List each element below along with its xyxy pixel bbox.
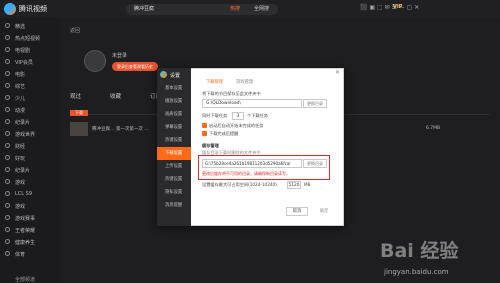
search-button[interactable]: 全网搜 [254, 5, 269, 12]
cache-size-unit: MB [304, 182, 311, 187]
tab-game-manage[interactable]: 游戏管理 [236, 79, 253, 85]
sidebar-item[interactable]: 好玩 [0, 152, 60, 164]
checkbox-notify[interactable] [202, 131, 207, 136]
cache-size-input[interactable]: 5120 [287, 181, 301, 189]
hot-search-label[interactable]: 热搜 [230, 5, 240, 12]
sidebar-item[interactable]: 财经 [0, 140, 60, 152]
sidebar-item[interactable]: 游戏世界 [0, 128, 60, 140]
path-label: 将下载的节目保存至此文件夹中 [202, 91, 261, 96]
channel-icon [5, 227, 10, 232]
channel-icon [5, 47, 10, 52]
close-icon[interactable]: ✕ [335, 69, 340, 76]
channel-icon [5, 203, 10, 208]
sidebar-item[interactable]: 少儿 [0, 92, 60, 104]
channel-icon [5, 191, 10, 196]
vip-badge[interactable]: VIP [393, 4, 402, 10]
task-count-suffix: 个下载任务 [247, 113, 268, 118]
auto-resume-label: 启动后自动开始未完成的任务 [209, 123, 264, 128]
video-size: 6.7MB [426, 126, 441, 131]
channel-icon [5, 59, 10, 64]
tab-history[interactable]: 观过 [70, 92, 81, 100]
tab-download-manage[interactable]: 下载管理 [206, 79, 223, 85]
channel-icon [5, 95, 10, 100]
dialog-title: 设置 [170, 73, 181, 79]
sidebar-item[interactable]: 体育 [0, 248, 60, 260]
channel-icon [5, 71, 10, 76]
settings-nav-item-download[interactable]: 下载设置 [157, 147, 191, 160]
cache-size-label: 设置缓存最大可占用空间(1024-10240) [202, 182, 277, 187]
video-thumbnail[interactable] [70, 122, 88, 136]
sidebar-item[interactable]: 游戏赛事 [0, 212, 60, 224]
sidebar-item[interactable]: VIP会员 [0, 56, 60, 68]
sidebar-item[interactable]: 游戏 [0, 176, 60, 188]
channel-icon [5, 23, 10, 28]
task-count-select[interactable]: 3 [232, 112, 244, 120]
settings-nav-item[interactable]: 画质设置 [157, 108, 191, 121]
tab-favorites[interactable]: 收藏 [110, 92, 121, 100]
sidebar-item[interactable]: 游戏 [0, 200, 60, 212]
settings-nav-item[interactable]: 热键设置 [157, 134, 191, 147]
watermark-logo: Bai 经验 [380, 240, 459, 262]
settings-nav-item[interactable]: 播放设置 [157, 95, 191, 108]
sidebar: 精选 热点短视频 电视剧 VIP会员 电影 综艺 少儿 动漫 纪录片 游戏世界 … [0, 18, 60, 283]
channel-icon [5, 143, 10, 148]
channel-icon [5, 215, 10, 220]
sidebar-item[interactable]: 电视剧 [0, 44, 60, 56]
sidebar-item[interactable]: 电影 [0, 68, 60, 80]
user-name: 未登录 [112, 53, 128, 59]
checkbox-auto-resume[interactable] [202, 123, 207, 128]
search-query-text: 腾冲豆腐 [134, 6, 155, 12]
video-title[interactable]: 腾冲豆腐… 第一次第一次 … [92, 126, 149, 132]
channel-icon [5, 179, 10, 184]
sidebar-item[interactable]: 纪录片 [0, 164, 60, 176]
change-folder-button[interactable]: 更换目录 [303, 99, 327, 108]
sidebar-item[interactable]: 精选 [0, 20, 60, 32]
sidebar-item[interactable]: 王者荣耀 [0, 224, 60, 236]
download-path-input[interactable]: G:\QLDownload\ [202, 99, 302, 108]
login-button[interactable]: 登录后查看观看历史 [112, 62, 158, 71]
cache-path-input[interactable]: G:\75b28ce4a261b19811203d5290a6fcal [202, 159, 302, 168]
change-cache-folder-button[interactable]: 更换目录 [303, 159, 327, 168]
channel-icon [5, 35, 10, 40]
download-tag[interactable]: 下载 [70, 110, 88, 116]
all-channels-link[interactable]: 全部频道 [0, 274, 60, 283]
cache-heading: 缓存管理 [202, 143, 219, 148]
sidebar-item[interactable]: 综艺 [0, 80, 60, 92]
cancel-button[interactable]: 取消 [286, 207, 308, 216]
channel-icon [5, 251, 10, 256]
sidebar-item[interactable]: 热点短视频 [0, 32, 60, 44]
task-count-label: 同时下载任务 [202, 113, 228, 118]
channel-icon [5, 239, 10, 244]
settings-nav-item[interactable]: 上传设置 [157, 160, 191, 173]
settings-nav-item[interactable]: 热键设置 [157, 173, 191, 186]
sidebar-item[interactable]: 健康养生 [0, 236, 60, 248]
channel-icon [5, 107, 10, 112]
channel-icon [5, 155, 10, 160]
sidebar-item[interactable]: 动漫 [0, 104, 60, 116]
ok-button[interactable]: 确定 [312, 207, 336, 216]
avatar[interactable] [84, 50, 106, 72]
channel-icon [5, 119, 10, 124]
app-logo-icon [4, 3, 16, 15]
dialog-logo-icon [160, 71, 167, 78]
notify-label: 下载完成后提醒 [209, 131, 239, 136]
settings-nav-item[interactable]: 消息提醒 [157, 199, 191, 212]
window-controls-icon[interactable]: ⬛ ▣ ⬚ ✉ ☰ — ▢ ✕ [360, 4, 419, 11]
sidebar-item[interactable]: 纪录片 [0, 116, 60, 128]
channel-icon [5, 167, 10, 172]
settings-nav-item[interactable]: 隐私设置 [157, 186, 191, 199]
cache-warning: 更改后缓存将不可用的目录，请确保新目录读写。 [202, 171, 290, 176]
back-button[interactable]: 返回 [70, 27, 80, 34]
sidebar-item[interactable]: LCL S9 [0, 188, 60, 200]
watermark-url: jingyan.baidu.com [384, 268, 449, 276]
app-title: 腾讯视频 [19, 5, 47, 13]
settings-nav-item[interactable]: 弹幕设置 [157, 121, 191, 134]
settings-nav-item[interactable]: 基本设置 [157, 82, 191, 95]
channel-icon [5, 83, 10, 88]
channel-icon [5, 131, 10, 136]
